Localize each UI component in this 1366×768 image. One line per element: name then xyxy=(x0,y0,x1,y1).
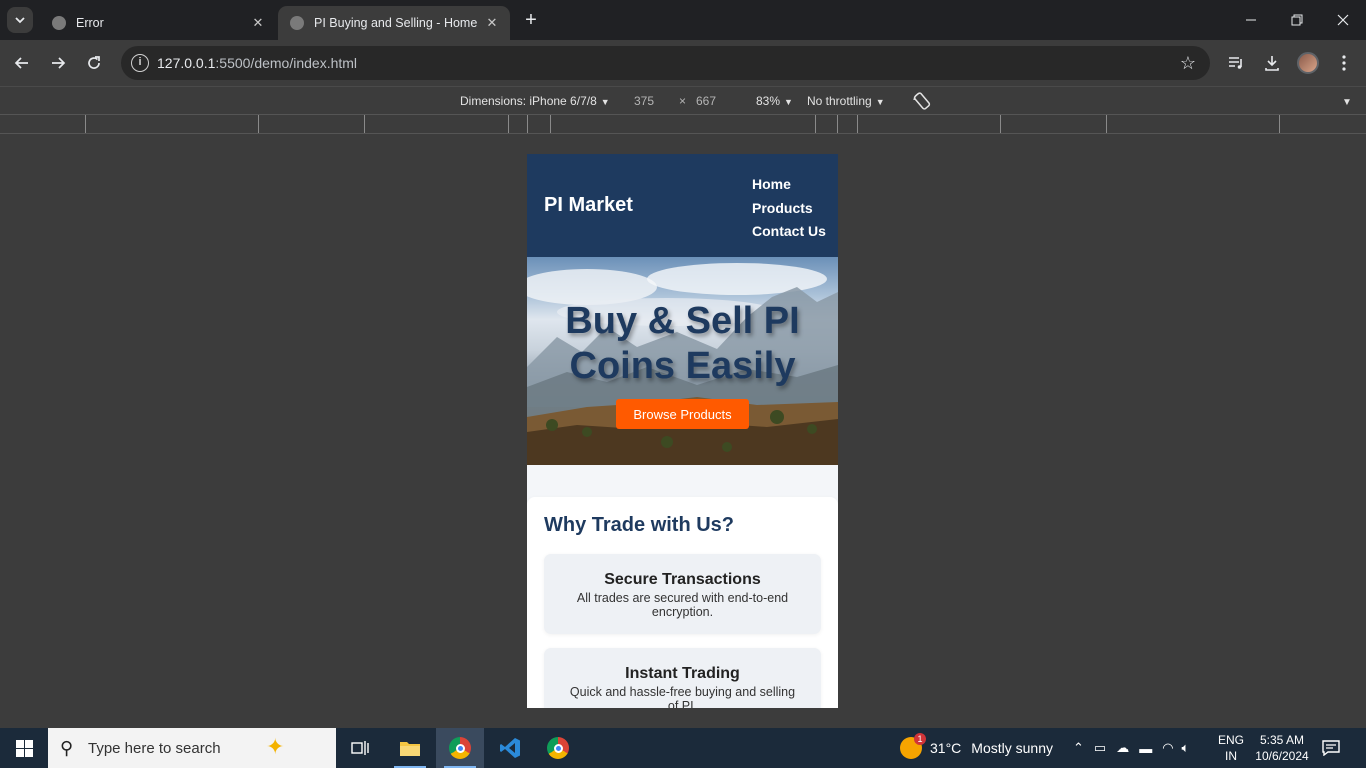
star-icon[interactable]: ☆ xyxy=(1180,53,1196,74)
tray-icons: ⌃ ▭ ☁ ▬ ◠ 🔈︎ xyxy=(1073,728,1189,768)
download-icon[interactable] xyxy=(1260,51,1284,75)
windows-logo-icon xyxy=(15,739,33,757)
notifications-button[interactable] xyxy=(1322,728,1340,768)
browse-products-button[interactable]: Browse Products xyxy=(616,399,749,429)
caret-down-icon: ▼ xyxy=(784,97,793,107)
feature-title: Instant Trading xyxy=(625,665,740,682)
forward-button[interactable] xyxy=(46,51,70,75)
cloud-icon[interactable]: ☁ xyxy=(1116,740,1129,756)
chevron-down-icon xyxy=(15,17,25,24)
caret-down-icon: ▼ xyxy=(875,97,885,107)
nav-products[interactable]: Products xyxy=(752,197,826,221)
nav-contact[interactable]: Contact Us xyxy=(752,220,826,244)
search-icon: ⚲ xyxy=(60,738,74,758)
tab-title: Error xyxy=(76,16,104,30)
zoom-select[interactable]: 83% ▼ xyxy=(756,94,793,108)
close-icon[interactable]: ✕ xyxy=(250,15,266,31)
close-icon xyxy=(1337,14,1349,26)
info-icon[interactable]: i xyxy=(131,54,149,72)
reload-button[interactable] xyxy=(82,51,106,75)
media-control-icon[interactable] xyxy=(1224,51,1248,75)
hero-section: Buy & Sell PI Coins Easily Browse Produc… xyxy=(527,257,838,465)
vscode-icon xyxy=(500,738,520,758)
weather-icon: 1 xyxy=(900,733,926,759)
new-tab-button[interactable]: + xyxy=(520,9,542,31)
media-query-bar[interactable] xyxy=(0,114,1366,134)
battery-icon[interactable]: ▬ xyxy=(1139,741,1152,756)
emulation-area: PI Market Home Products Contact Us Buy & xyxy=(0,134,1366,728)
chrome-taskbar-button[interactable] xyxy=(436,728,484,768)
caret-down-icon: ▼ xyxy=(600,97,610,107)
feature-card: Instant Trading Quick and hassle-free bu… xyxy=(544,648,821,708)
rotate-icon[interactable] xyxy=(912,91,932,114)
weather-badge: 1 xyxy=(914,733,926,745)
section-title: Why Trade with Us? xyxy=(544,514,735,536)
tab-error[interactable]: Error ✕ xyxy=(40,6,276,40)
show-hidden-icons-icon[interactable]: ⌃ xyxy=(1073,740,1084,756)
tab-search-button[interactable] xyxy=(7,7,33,33)
chrome-icon xyxy=(449,737,471,759)
kebab-menu-icon[interactable] xyxy=(1332,51,1356,75)
height-input[interactable]: 667 xyxy=(696,94,716,108)
feature-title: Secure Transactions xyxy=(604,571,761,588)
restore-icon xyxy=(1291,14,1303,26)
close-icon[interactable]: ✕ xyxy=(484,15,500,31)
feature-description: Quick and hassle-free buying and selling… xyxy=(569,685,796,708)
back-button[interactable] xyxy=(10,51,34,75)
device-select[interactable]: Dimensions: iPhone 6/7/8 ▼ xyxy=(460,94,610,108)
search-placeholder: Type here to search xyxy=(88,740,221,757)
volume-icon[interactable]: 🔈︎ xyxy=(1182,740,1190,756)
url-text[interactable]: 127.0.0.1:5500/demo/index.html xyxy=(157,55,357,71)
tab-title: PI Buying and Selling - Home xyxy=(314,16,478,30)
profile-avatar[interactable] xyxy=(1297,52,1319,74)
globe-icon xyxy=(290,16,304,30)
hero-title: Buy & Sell PI Coins Easily xyxy=(565,300,800,387)
weather-temp: 31°C xyxy=(930,740,962,756)
chrome-icon xyxy=(547,737,569,759)
why-trade-section: Why Trade with Us? Secure Transactions A… xyxy=(527,497,838,708)
arrow-right-icon xyxy=(52,57,66,69)
task-view-button[interactable] xyxy=(336,728,384,768)
minimize-icon xyxy=(1246,19,1256,21)
vscode-taskbar-button[interactable] xyxy=(486,728,534,768)
nav-home[interactable]: Home xyxy=(752,173,826,197)
minimize-button[interactable] xyxy=(1228,0,1274,40)
tab-strip: Error ✕ PI Buying and Selling - Home ✕ + xyxy=(0,0,1366,40)
close-window-button[interactable] xyxy=(1320,0,1366,40)
browser-toolbar: i 127.0.0.1:5500/demo/index.html ☆ xyxy=(0,40,1366,86)
feature-description: All trades are secured with end-to-end e… xyxy=(576,591,789,619)
file-explorer-button[interactable] xyxy=(386,728,434,768)
meet-icon[interactable]: ▭ xyxy=(1094,740,1106,756)
tab-pi-home[interactable]: PI Buying and Selling - Home ✕ xyxy=(278,6,510,40)
weather-desc: Mostly sunny xyxy=(971,740,1053,756)
feature-card: Secure Transactions All trades are secur… xyxy=(544,554,821,634)
dimension-times: × xyxy=(679,94,687,108)
address-bar[interactable]: i 127.0.0.1:5500/demo/index.html ☆ xyxy=(121,46,1210,80)
wifi-icon[interactable]: ◠ xyxy=(1162,740,1173,756)
globe-icon xyxy=(52,16,66,30)
notification-icon xyxy=(1322,740,1340,756)
start-button[interactable] xyxy=(0,728,48,768)
windows-taskbar: ⚲ Type here to search ✦ 1 31°C Mostly su… xyxy=(0,728,1366,768)
more-options-icon[interactable]: ▼ xyxy=(1342,94,1352,108)
folder-icon xyxy=(400,742,420,756)
site-header: PI Market Home Products Contact Us xyxy=(527,154,838,257)
restore-button[interactable] xyxy=(1274,0,1320,40)
clock[interactable]: 5:35 AM 10/6/2024 xyxy=(1254,732,1310,764)
chrome-taskbar-button-2[interactable] xyxy=(534,728,582,768)
device-viewport: PI Market Home Products Contact Us Buy & xyxy=(527,154,838,708)
language-indicator[interactable]: ENG IN xyxy=(1216,732,1246,764)
throttling-select[interactable]: No throttling ▼ xyxy=(807,94,885,108)
device-toolbar: Dimensions: iPhone 6/7/8 ▼ 375 × 667 83% ▼… xyxy=(0,86,1366,114)
site-nav: Home Products Contact Us xyxy=(752,173,826,244)
sparkle-icon: ✦ xyxy=(266,734,285,759)
task-view-icon xyxy=(351,741,369,755)
taskbar-search[interactable]: ⚲ Type here to search ✦ xyxy=(48,728,336,768)
weather-widget[interactable]: 1 31°C Mostly sunny xyxy=(900,728,1053,768)
reload-icon xyxy=(88,56,100,69)
arrow-left-icon xyxy=(14,57,28,69)
site-logo[interactable]: PI Market xyxy=(544,194,633,217)
width-input[interactable]: 375 xyxy=(634,94,654,108)
